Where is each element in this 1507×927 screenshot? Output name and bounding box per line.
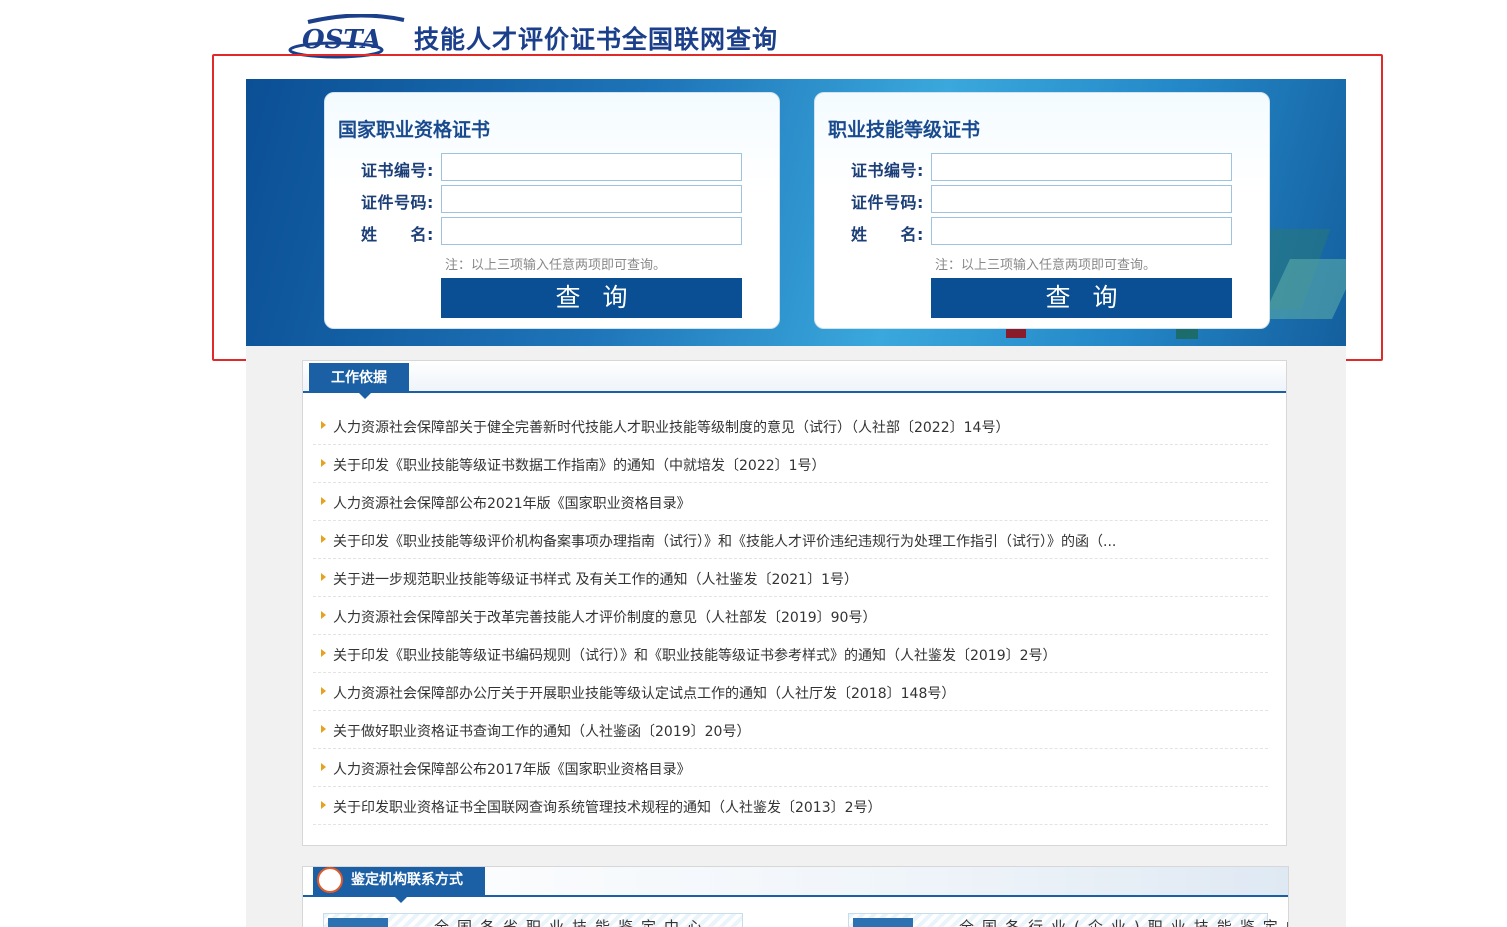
document-link[interactable]: 人力资源社会保障部关于改革完善技能人才评价制度的意见（人社部发〔2019〕90号… (333, 607, 876, 627)
bullet-arrow-icon (321, 801, 326, 809)
section-header: 鉴定机构联系方式 (303, 867, 1288, 903)
list-item: 人力资源社会保障部办公厅关于开展职业技能等级认定试点工作的通知（人社厅发〔201… (313, 673, 1268, 711)
document-link[interactable]: 关于印发《职业技能等级评价机构备案事项办理指南（试行）》和《技能人才评价违纪违规… (333, 531, 1116, 551)
agency-contact-section: 鉴定机构联系方式 全国各省职业技能鉴定中心 全国各行业(企业)职业技能鉴定中心 (302, 866, 1289, 927)
building-icon (853, 918, 913, 927)
bullet-arrow-icon (321, 725, 326, 733)
bullet-arrow-icon (321, 573, 326, 581)
document-link[interactable]: 关于印发《职业技能等级证书编码规则（试行）》和《职业技能等级证书参考样式》的通知… (333, 645, 1057, 665)
tab-pointer-icon (359, 393, 371, 399)
building-icon (328, 918, 388, 927)
bullet-arrow-icon (321, 687, 326, 695)
bullet-arrow-icon (321, 535, 326, 543)
list-item: 人力资源社会保障部公布2021年版《国家职业资格目录》 (313, 483, 1268, 521)
industry-centers-link[interactable]: 全国各行业(企业)职业技能鉴定中心 (848, 913, 1288, 927)
document-list: 人力资源社会保障部关于健全完善新时代技能人才职业技能等级制度的意见（试行）（人社… (313, 407, 1268, 825)
tab-work-basis[interactable]: 工作依据 (309, 363, 409, 393)
document-link[interactable]: 关于印发职业资格证书全国联网查询系统管理技术规程的通知（人社鉴发〔2013〕2号… (333, 797, 882, 817)
document-link[interactable]: 人力资源社会保障部公布2017年版《国家职业资格目录》 (333, 759, 691, 779)
document-link[interactable]: 人力资源社会保障部办公厅关于开展职业技能等级认定试点工作的通知（人社厅发〔201… (333, 683, 955, 703)
document-link[interactable]: 关于做好职业资格证书查询工作的通知（人社鉴函〔2019〕20号） (333, 721, 750, 741)
list-item: 关于印发职业资格证书全国联网查询系统管理技术规程的通知（人社鉴发〔2013〕2号… (313, 787, 1268, 825)
section-header: 工作依据 (303, 361, 1286, 399)
document-link[interactable]: 人力资源社会保障部关于健全完善新时代技能人才职业技能等级制度的意见（试行）（人社… (333, 417, 1009, 437)
document-link[interactable]: 关于进一步规范职业技能等级证书样式 及有关工作的通知（人社鉴发〔2021〕1号） (333, 569, 858, 589)
tab-agency-contact[interactable]: 鉴定机构联系方式 (313, 867, 485, 897)
list-item: 关于印发《职业技能等级评价机构备案事项办理指南（试行）》和《技能人才评价违纪违规… (313, 521, 1268, 559)
logo-text: OSTA (302, 25, 382, 55)
tab-label: 鉴定机构联系方式 (351, 872, 463, 888)
bullet-arrow-icon (321, 459, 326, 467)
bullet-arrow-icon (321, 497, 326, 505)
agency-box-label: 全国各省职业技能鉴定中心 (434, 918, 711, 927)
highlight-frame (212, 54, 1383, 361)
bullet-arrow-icon (321, 611, 326, 619)
bullet-arrow-icon (321, 421, 326, 429)
list-item: 人力资源社会保障部公布2017年版《国家职业资格目录》 (313, 749, 1268, 787)
tab-pointer-icon (395, 897, 407, 903)
contact-icon (317, 867, 343, 893)
list-item: 关于印发《职业技能等级证书数据工作指南》的通知（中就培发〔2022〕1号） (313, 445, 1268, 483)
work-basis-section: 工作依据 人力资源社会保障部关于健全完善新时代技能人才职业技能等级制度的意见（试… (302, 360, 1287, 846)
bullet-arrow-icon (321, 763, 326, 771)
bullet-arrow-icon (321, 649, 326, 657)
provincial-centers-link[interactable]: 全国各省职业技能鉴定中心 (323, 913, 743, 927)
list-item: 人力资源社会保障部关于健全完善新时代技能人才职业技能等级制度的意见（试行）（人社… (313, 407, 1268, 445)
agency-box-label: 全国各行业(企业)职业技能鉴定中心 (959, 918, 1288, 927)
list-item: 人力资源社会保障部关于改革完善技能人才评价制度的意见（人社部发〔2019〕90号… (313, 597, 1268, 635)
list-item: 关于进一步规范职业技能等级证书样式 及有关工作的通知（人社鉴发〔2021〕1号） (313, 559, 1268, 597)
site-title: 技能人才评价证书全国联网查询 (414, 25, 779, 54)
list-item: 关于印发《职业技能等级证书编码规则（试行）》和《职业技能等级证书参考样式》的通知… (313, 635, 1268, 673)
list-item: 关于做好职业资格证书查询工作的通知（人社鉴函〔2019〕20号） (313, 711, 1268, 749)
document-link[interactable]: 关于印发《职业技能等级证书数据工作指南》的通知（中就培发〔2022〕1号） (333, 455, 826, 475)
document-link[interactable]: 人力资源社会保障部公布2021年版《国家职业资格目录》 (333, 493, 691, 513)
